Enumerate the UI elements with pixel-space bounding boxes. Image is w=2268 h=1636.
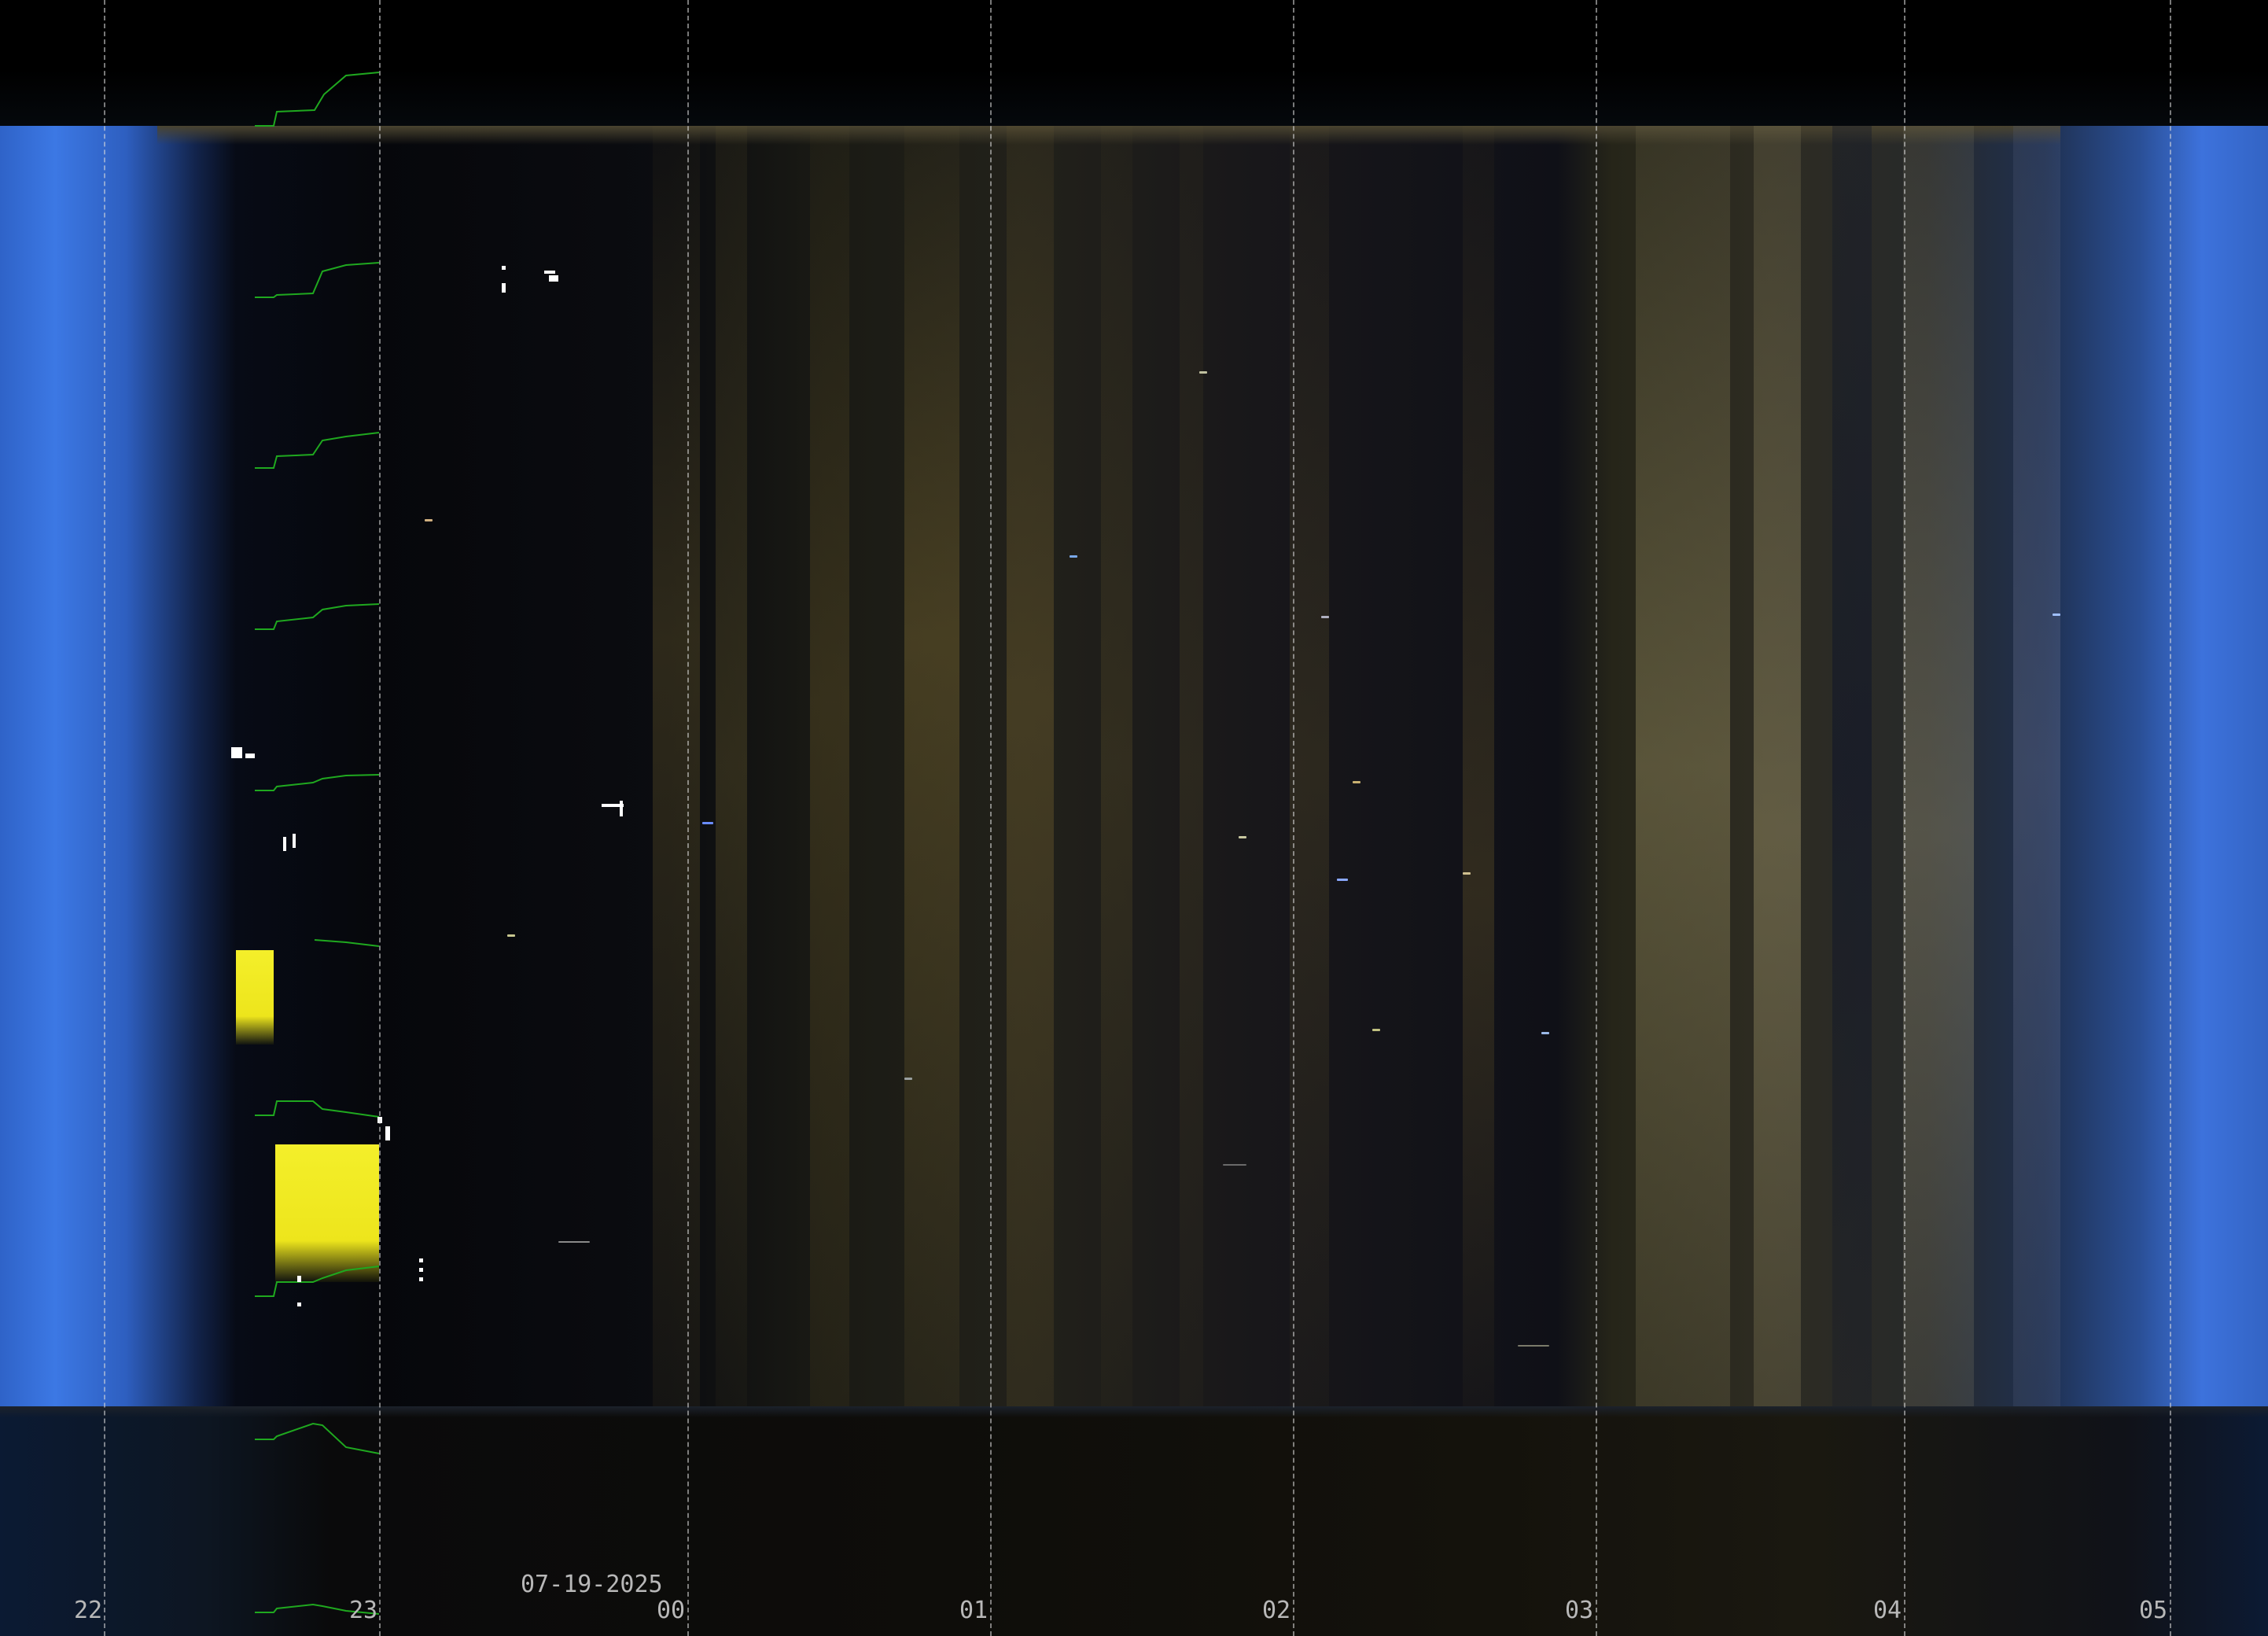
trace-line	[255, 603, 380, 630]
hour-gridline	[104, 0, 105, 1636]
trace-line	[255, 72, 380, 127]
date-label: 07-19-2025	[521, 1571, 663, 1598]
trace-line	[255, 774, 380, 791]
glitch-mark	[419, 1277, 423, 1281]
hour-tick-label: 01	[959, 1597, 989, 1624]
glitch-mark	[620, 801, 623, 816]
glitch-mark	[293, 834, 296, 848]
glitch-mark	[385, 1126, 390, 1140]
hour-tick-label: 04	[1872, 1597, 1902, 1624]
hour-gridline	[2170, 0, 2171, 1636]
trace-line	[255, 1422, 380, 1454]
sensor-trace-overlay	[231, 72, 624, 1615]
glitch-mark	[231, 747, 242, 758]
hour-gridline	[990, 0, 992, 1636]
hour-tick-label: 00	[656, 1597, 686, 1624]
hour-gridline	[687, 0, 689, 1636]
trace-line	[255, 1266, 380, 1297]
glitch-mark	[502, 283, 506, 293]
hour-gridline	[379, 0, 381, 1636]
hour-tick-label: 23	[348, 1597, 378, 1624]
glitch-mark	[297, 1303, 301, 1306]
trace-line	[314, 939, 380, 947]
hour-gridline	[1904, 0, 1905, 1636]
hour-tick-label: 03	[1564, 1597, 1594, 1624]
glitch-mark	[544, 271, 555, 274]
glitch-mark	[245, 754, 255, 758]
glitch-mark	[549, 275, 558, 282]
hour-gridline	[1293, 0, 1294, 1636]
trace-line	[255, 1100, 380, 1118]
glitch-mark	[297, 1276, 301, 1282]
hour-tick-label: 05	[2138, 1597, 2168, 1624]
trace-line	[255, 262, 380, 298]
keogram-canvas: 07-19-2025 22 23 00 01 02 03 04 05	[0, 0, 2268, 1636]
hour-tick-label: 22	[73, 1597, 103, 1624]
glitch-mark	[419, 1258, 423, 1262]
glitch-mark	[283, 837, 286, 851]
glitch-mark	[419, 1268, 423, 1272]
trace-line	[255, 432, 380, 469]
hour-tick-label: 02	[1261, 1597, 1291, 1624]
glitch-mark	[502, 266, 506, 270]
hour-gridline	[1596, 0, 1597, 1636]
